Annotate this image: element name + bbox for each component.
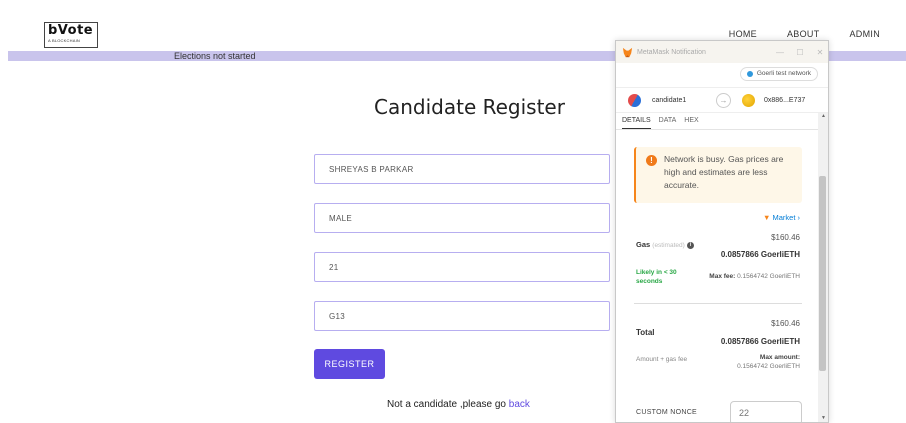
- register-button[interactable]: REGISTER: [314, 349, 385, 379]
- market-label: Market: [772, 213, 796, 222]
- nav-admin[interactable]: ADMIN: [850, 29, 881, 39]
- tab-hex[interactable]: HEX: [684, 117, 698, 129]
- gas-time-estimate: Likely in < 30 seconds: [636, 269, 677, 285]
- max-amount-value: 0.1564742 GoerliETH: [737, 363, 800, 370]
- back-prompt: Not a candidate ,please go back: [387, 399, 530, 410]
- tabs-divider: [616, 129, 818, 130]
- metamask-window-title: MetaMask Notification: [637, 48, 706, 56]
- total-divider: [634, 303, 802, 304]
- scroll-down-icon[interactable]: ▼: [821, 415, 826, 421]
- gas-label-text: Gas: [636, 240, 651, 249]
- logo-subtext: A BLOCKCHAIN: [48, 38, 80, 43]
- top-nav: HOME ABOUT ADMIN: [729, 29, 880, 39]
- metamask-popup: MetaMask Notification — ☐ ✕ Goerli test …: [615, 40, 829, 423]
- page: bVote A BLOCKCHAIN HOME ABOUT ADMIN Elec…: [0, 0, 906, 423]
- scroll-up-icon[interactable]: ▲: [821, 113, 826, 119]
- total-eth-value: 0.0857866 GoerliETH: [720, 337, 800, 346]
- tab-data[interactable]: DATA: [659, 117, 677, 129]
- from-account-name[interactable]: candidate1: [652, 97, 686, 104]
- gas-estimated-label: (estimated): [652, 242, 685, 249]
- max-fee-label: Max fee:: [709, 273, 736, 280]
- custom-nonce-label: CUSTOM NONCE: [636, 409, 698, 416]
- amount-gas-fee-label: Amount + gas fee: [636, 356, 688, 363]
- back-link[interactable]: back: [509, 399, 530, 410]
- market-fox-icon: ▼: [763, 213, 771, 222]
- candidate-gender-input[interactable]: [314, 203, 610, 233]
- to-account-avatar: [742, 94, 755, 107]
- total-usd-value: $160.46: [771, 319, 800, 328]
- candidate-age-input[interactable]: [314, 252, 610, 282]
- tab-details[interactable]: DETAILS: [622, 117, 651, 129]
- page-title: Candidate Register: [374, 95, 565, 119]
- bvote-logo[interactable]: bVote A BLOCKCHAIN: [44, 22, 98, 48]
- tx-tabs: DETAILS DATA HEX: [622, 117, 699, 129]
- candidate-name-input[interactable]: [314, 154, 610, 184]
- candidate-id-input[interactable]: [314, 301, 610, 331]
- max-fee: Max fee: 0.1564742 GoerliETH: [709, 273, 800, 280]
- max-fee-value: 0.1564742 GoerliETH: [737, 273, 800, 280]
- network-name: Goerli test network: [756, 70, 811, 77]
- minimize-icon[interactable]: —: [770, 48, 790, 57]
- nav-about[interactable]: ABOUT: [787, 29, 820, 39]
- max-amount-label: Max amount:: [759, 354, 800, 361]
- gas-eth-value: 0.0857866 GoerliETH: [720, 250, 800, 259]
- custom-nonce-input[interactable]: [730, 401, 802, 422]
- network-busy-warning: ! Network is busy. Gas prices are high a…: [634, 147, 802, 203]
- back-prompt-text: Not a candidate ,please go: [387, 399, 506, 410]
- warning-icon: !: [646, 155, 657, 166]
- network-dot-icon: [746, 71, 753, 77]
- election-status-text: Elections not started: [174, 51, 256, 61]
- maximize-icon[interactable]: ☐: [790, 48, 810, 57]
- gas-label: Gas (estimated) i: [636, 240, 694, 249]
- info-icon[interactable]: i: [686, 241, 694, 249]
- arrow-right-icon: →: [716, 93, 731, 108]
- gas-usd-value: $160.46: [771, 233, 800, 242]
- logo-text: bVote: [48, 23, 94, 38]
- nav-home[interactable]: HOME: [729, 29, 757, 39]
- metamask-fox-icon: [622, 47, 633, 57]
- close-icon[interactable]: ✕: [810, 48, 828, 57]
- total-label: Total: [636, 328, 655, 337]
- metamask-titlebar[interactable]: MetaMask Notification — ☐ ✕: [616, 41, 828, 63]
- account-transfer-row: candidate1 → 0x886...E737: [616, 87, 828, 113]
- warning-text: Network is busy. Gas prices are high and…: [664, 154, 784, 190]
- from-account-avatar: [628, 94, 641, 107]
- market-gas-option[interactable]: ▼ Market ›: [763, 213, 800, 222]
- scrollbar-thumb[interactable]: [819, 176, 826, 371]
- to-account-address[interactable]: 0x886...E737: [764, 97, 805, 104]
- network-selector[interactable]: Goerli test network: [739, 67, 818, 81]
